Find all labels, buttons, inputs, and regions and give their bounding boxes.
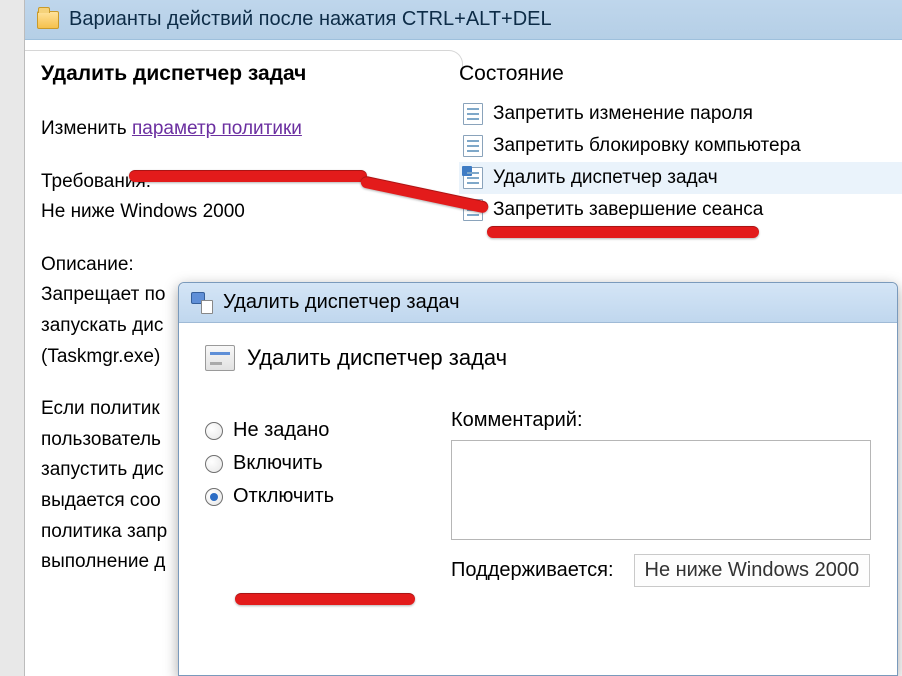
supported-label: Поддерживается:	[451, 559, 614, 582]
radio-disabled[interactable]: Отключить	[205, 485, 405, 508]
requirements-value: Не ниже Windows 2000	[41, 199, 419, 226]
radio-icon	[205, 422, 223, 440]
policy-icon	[463, 135, 483, 157]
dialog-titlebar[interactable]: Удалить диспетчер задач	[179, 283, 897, 323]
annotation-underline	[129, 170, 367, 182]
radio-label: Отключить	[233, 485, 334, 508]
change-policy-line: Изменить параметр политики	[41, 116, 419, 143]
policy-icon	[463, 167, 483, 189]
policy-list: Запретить изменение пароля Запретить бло…	[459, 98, 902, 226]
policy-heading: Удалить диспетчер задач	[41, 62, 419, 86]
policy-item-label: Запретить завершение сеанса	[493, 199, 763, 221]
policy-item-remove-task-manager[interactable]: Удалить диспетчер задач	[459, 162, 902, 194]
policy-item-deny-lock[interactable]: Запретить блокировку компьютера	[459, 130, 902, 162]
radio-icon-checked	[205, 488, 223, 506]
radio-group: Не задано Включить Отключить	[205, 409, 405, 587]
dialog-heading: Удалить диспетчер задач	[205, 345, 871, 371]
app-icon	[191, 292, 213, 314]
settings-icon	[205, 345, 235, 371]
supported-value: Не ниже Windows 2000	[634, 554, 871, 587]
policy-item-deny-password-change[interactable]: Запретить изменение пароля	[459, 98, 902, 130]
change-prefix: Изменить	[41, 118, 132, 139]
folder-icon	[37, 11, 59, 29]
radio-icon	[205, 455, 223, 473]
policy-item-label: Удалить диспетчер задач	[493, 167, 718, 189]
policy-item-deny-logoff[interactable]: Запретить завершение сеанса	[459, 194, 902, 226]
radio-label: Не задано	[233, 419, 329, 442]
radio-not-configured[interactable]: Не задано	[205, 419, 405, 442]
radio-enabled[interactable]: Включить	[205, 452, 405, 475]
comment-label: Комментарий:	[451, 409, 871, 432]
dialog-title: Удалить диспетчер задач	[223, 291, 460, 314]
policy-item-label: Запретить блокировку компьютера	[493, 135, 801, 157]
annotation-underline	[487, 226, 759, 238]
description-label: Описание:	[41, 252, 419, 279]
state-heading: Состояние	[459, 62, 902, 86]
window-title: Варианты действий после нажатия CTRL+ALT…	[69, 8, 552, 31]
dialog-heading-text: Удалить диспетчер задач	[247, 345, 507, 371]
change-policy-link[interactable]: параметр политики	[132, 118, 302, 139]
comment-textarea[interactable]	[451, 440, 871, 540]
outer-titlebar: Варианты действий после нажатия CTRL+ALT…	[25, 0, 902, 40]
annotation-underline	[235, 593, 415, 605]
policy-icon	[463, 103, 483, 125]
policy-item-label: Запретить изменение пароля	[493, 103, 753, 125]
policy-settings-dialog: Удалить диспетчер задач Удалить диспетче…	[178, 282, 898, 676]
radio-label: Включить	[233, 452, 323, 475]
